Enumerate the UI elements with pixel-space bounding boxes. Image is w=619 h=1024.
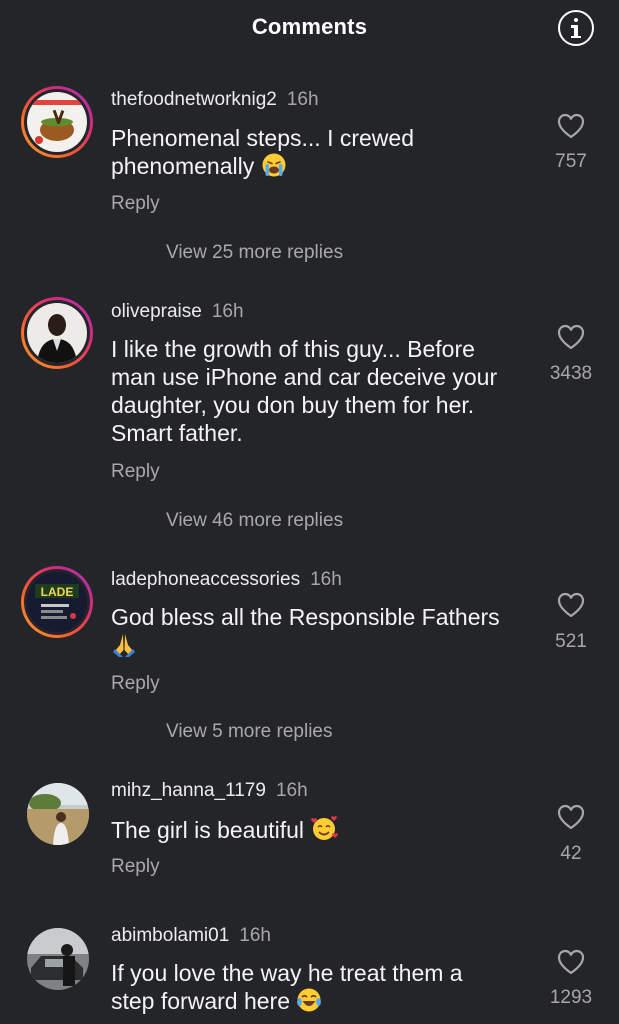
heart-icon[interactable] xyxy=(556,803,586,831)
like-count: 521 xyxy=(555,631,587,652)
timestamp: 16h xyxy=(239,925,271,946)
comment-text: The girl is beautiful xyxy=(111,814,531,844)
svg-text:LADE: LADE xyxy=(41,585,74,599)
view-more-replies-button[interactable]: View 25 more replies xyxy=(166,242,343,264)
like-count: 3438 xyxy=(549,363,593,384)
like-count: 42 xyxy=(560,843,582,864)
heart-icon[interactable] xyxy=(556,112,586,140)
comments-header: Comments xyxy=(0,0,619,58)
view-more-replies-button[interactable]: View 5 more replies xyxy=(166,721,333,743)
like-count: 757 xyxy=(555,151,587,172)
view-more-replies-button[interactable]: View 46 more replies xyxy=(166,510,343,532)
username[interactable]: abimbolami01 xyxy=(111,925,229,946)
folded-hands-emoji xyxy=(113,634,135,657)
reply-button[interactable]: Reply xyxy=(111,461,160,483)
info-icon[interactable] xyxy=(558,10,594,46)
smiling-face-with-hearts-emoji xyxy=(311,816,339,840)
comment-header: ladephoneaccessories 16h xyxy=(111,569,342,591)
username[interactable]: mihz_hanna_1179 xyxy=(111,780,266,801)
outdoor-photo-avatar-image xyxy=(27,783,89,845)
timestamp: 16h xyxy=(275,780,308,801)
heart-icon[interactable] xyxy=(556,948,586,976)
reply-button[interactable]: Reply xyxy=(111,193,160,215)
comment-text: If you love the way he treat them a step… xyxy=(111,960,463,1014)
car-photo-avatar-image xyxy=(27,928,89,990)
comment-text: I like the growth of this guy... Before … xyxy=(111,336,498,446)
lade-logo-avatar-image: LADE xyxy=(27,572,87,632)
comment-text: God bless all the Responsible Fathers xyxy=(111,603,531,659)
heart-icon[interactable] xyxy=(556,323,586,351)
comment-header: thefoodnetworknig2 16h xyxy=(111,89,319,111)
username[interactable]: olivepraise xyxy=(111,301,202,322)
reply-button[interactable]: Reply xyxy=(111,856,160,878)
comment-header: olivepraise 16h xyxy=(111,301,244,323)
page-title: Comments xyxy=(251,14,368,39)
loudly-crying-face-emoji xyxy=(262,153,286,177)
username[interactable]: thefoodnetworknig2 xyxy=(111,89,277,110)
timestamp: 16h xyxy=(211,301,244,322)
timestamp: 16h xyxy=(286,89,319,110)
avatar[interactable] xyxy=(27,783,89,845)
food-bowl-avatar-image xyxy=(27,92,87,152)
avatar[interactable] xyxy=(21,297,93,369)
timestamp: 16h xyxy=(310,569,342,590)
face-with-tears-of-joy-emoji xyxy=(297,988,322,1012)
man-portrait-avatar-image xyxy=(27,303,87,363)
avatar[interactable] xyxy=(21,86,93,158)
like-count: 1293 xyxy=(549,987,593,1008)
avatar[interactable]: LADE xyxy=(21,566,93,638)
reply-button[interactable]: Reply xyxy=(111,673,160,695)
username[interactable]: ladephoneaccessories xyxy=(111,569,300,590)
comment-text: Phenomenal steps... I crewed phenomenall… xyxy=(111,125,414,179)
comment-header: mihz_hanna_1179 16h xyxy=(111,780,308,802)
heart-icon[interactable] xyxy=(556,591,586,619)
comment-header: abimbolami01 16h xyxy=(111,925,271,947)
avatar[interactable] xyxy=(27,928,89,990)
